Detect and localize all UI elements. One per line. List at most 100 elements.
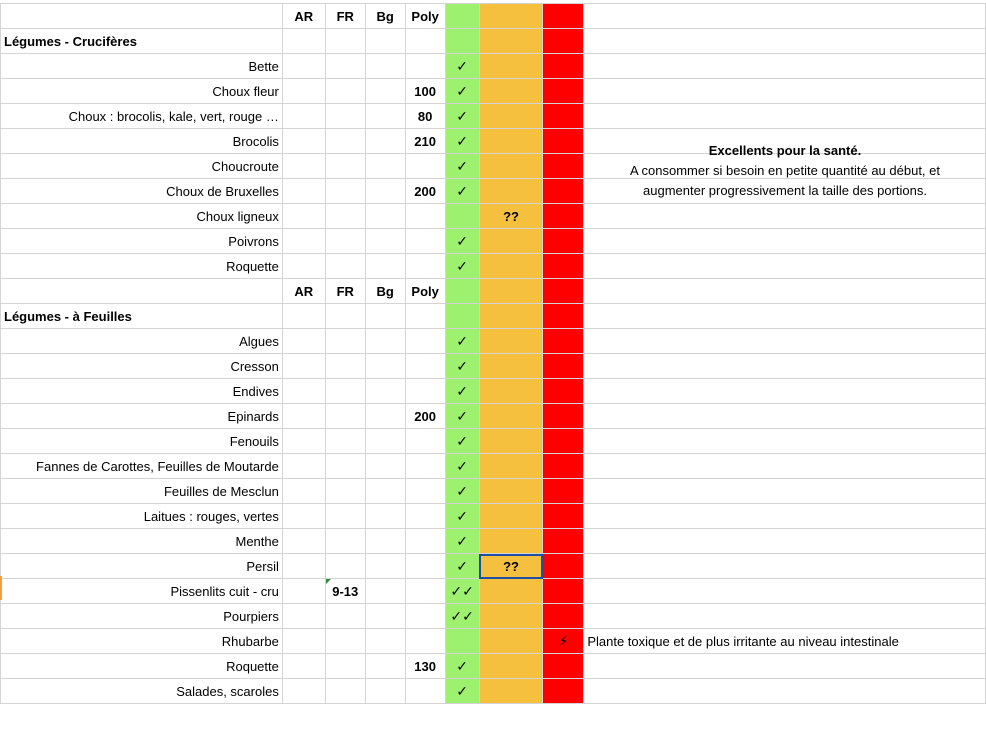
green-cell[interactable]: ✓: [444, 103, 480, 129]
note-cell[interactable]: Plante toxique et de plus irritante au n…: [583, 628, 986, 654]
ar-cell[interactable]: [281, 103, 326, 129]
section-empty-cell[interactable]: [281, 28, 326, 54]
header-green[interactable]: [444, 3, 480, 29]
ar-cell[interactable]: [281, 528, 326, 554]
item-name-cell[interactable]: Poivrons: [0, 228, 283, 254]
poly-cell[interactable]: [404, 578, 446, 604]
green-cell[interactable]: ✓: [444, 678, 480, 704]
orange-cell[interactable]: [478, 453, 544, 479]
green-cell[interactable]: ✓: [444, 178, 480, 204]
item-name-cell[interactable]: Roquette: [0, 253, 283, 279]
green-cell[interactable]: ✓: [444, 53, 480, 79]
item-name-cell[interactable]: Epinards: [0, 403, 283, 429]
section-empty-cell[interactable]: [583, 28, 986, 54]
green-cell[interactable]: [444, 203, 480, 229]
fr-cell[interactable]: [324, 203, 366, 229]
bg-cell[interactable]: [364, 128, 406, 154]
bg-cell[interactable]: [364, 503, 406, 529]
fr-cell[interactable]: [324, 178, 366, 204]
note-cell[interactable]: [583, 203, 986, 229]
orange-cell[interactable]: [478, 403, 544, 429]
red-cell[interactable]: [542, 478, 585, 504]
item-name-cell[interactable]: Fenouils: [0, 428, 283, 454]
note-cell[interactable]: [583, 428, 986, 454]
ar-cell[interactable]: [281, 203, 326, 229]
ar-cell[interactable]: [281, 78, 326, 104]
green-cell[interactable]: ✓: [444, 478, 480, 504]
orange-cell[interactable]: [478, 678, 544, 704]
orange-cell[interactable]: [478, 103, 544, 129]
bg-cell[interactable]: [364, 678, 406, 704]
bg-cell[interactable]: [364, 253, 406, 279]
ar-cell[interactable]: [281, 478, 326, 504]
ar-cell[interactable]: [281, 403, 326, 429]
item-name-cell[interactable]: Choux : brocolis, kale, vert, rouge …: [0, 103, 283, 129]
poly-cell[interactable]: [404, 428, 446, 454]
section-empty-cell[interactable]: [364, 303, 406, 329]
bg-cell[interactable]: [364, 553, 406, 579]
header-poly[interactable]: Poly: [404, 278, 446, 304]
orange-cell[interactable]: [478, 53, 544, 79]
green-cell[interactable]: [444, 628, 480, 654]
orange-cell[interactable]: [478, 328, 544, 354]
note-cell[interactable]: [583, 328, 986, 354]
note-cell[interactable]: [583, 453, 986, 479]
fr-cell[interactable]: [324, 528, 366, 554]
fr-cell[interactable]: [324, 378, 366, 404]
orange-cell[interactable]: [478, 478, 544, 504]
fr-cell[interactable]: [324, 553, 366, 579]
fr-cell[interactable]: [324, 228, 366, 254]
poly-cell[interactable]: [404, 603, 446, 629]
section-empty-cell[interactable]: [542, 303, 585, 329]
poly-cell[interactable]: [404, 253, 446, 279]
section-empty-cell[interactable]: [444, 303, 480, 329]
fr-cell[interactable]: [324, 628, 366, 654]
note-cell[interactable]: [583, 53, 986, 79]
header-note[interactable]: [583, 3, 986, 29]
note-cell[interactable]: [583, 353, 986, 379]
poly-cell[interactable]: 200: [404, 178, 446, 204]
item-name-cell[interactable]: Menthe: [0, 528, 283, 554]
orange-cell[interactable]: ??: [478, 203, 544, 229]
red-cell[interactable]: [542, 103, 585, 129]
orange-cell[interactable]: [478, 603, 544, 629]
bg-cell[interactable]: [364, 403, 406, 429]
fr-cell[interactable]: [324, 478, 366, 504]
bg-cell[interactable]: [364, 103, 406, 129]
bg-cell[interactable]: [364, 78, 406, 104]
bg-cell[interactable]: [364, 628, 406, 654]
note-cell[interactable]: [583, 603, 986, 629]
red-cell[interactable]: [542, 253, 585, 279]
poly-cell[interactable]: 200: [404, 403, 446, 429]
item-name-cell[interactable]: Choucroute: [0, 153, 283, 179]
poly-cell[interactable]: 210: [404, 128, 446, 154]
fr-cell[interactable]: 9-13: [324, 578, 366, 604]
note-cell[interactable]: [583, 528, 986, 554]
poly-cell[interactable]: [404, 678, 446, 704]
section-empty-cell[interactable]: [478, 28, 544, 54]
item-name-cell[interactable]: Choux fleur: [0, 78, 283, 104]
poly-cell[interactable]: 130: [404, 653, 446, 679]
fr-cell[interactable]: [324, 103, 366, 129]
red-cell[interactable]: [542, 228, 585, 254]
ar-cell[interactable]: [281, 603, 326, 629]
red-cell[interactable]: [542, 453, 585, 479]
bg-cell[interactable]: [364, 428, 406, 454]
green-cell[interactable]: ✓: [444, 328, 480, 354]
orange-cell[interactable]: [478, 578, 544, 604]
item-name-cell[interactable]: Brocolis: [0, 128, 283, 154]
note-cell[interactable]: [583, 103, 986, 129]
fr-cell[interactable]: [324, 503, 366, 529]
fr-cell[interactable]: [324, 328, 366, 354]
section-empty-cell[interactable]: [324, 303, 366, 329]
note-cell[interactable]: [583, 578, 986, 604]
ar-cell[interactable]: [281, 428, 326, 454]
section-empty-cell[interactable]: [364, 28, 406, 54]
bg-cell[interactable]: [364, 178, 406, 204]
note-cell[interactable]: [583, 653, 986, 679]
note-cell[interactable]: [583, 403, 986, 429]
note-cell[interactable]: [583, 503, 986, 529]
fr-cell[interactable]: [324, 603, 366, 629]
ar-cell[interactable]: [281, 378, 326, 404]
header-poly[interactable]: Poly: [404, 3, 446, 29]
